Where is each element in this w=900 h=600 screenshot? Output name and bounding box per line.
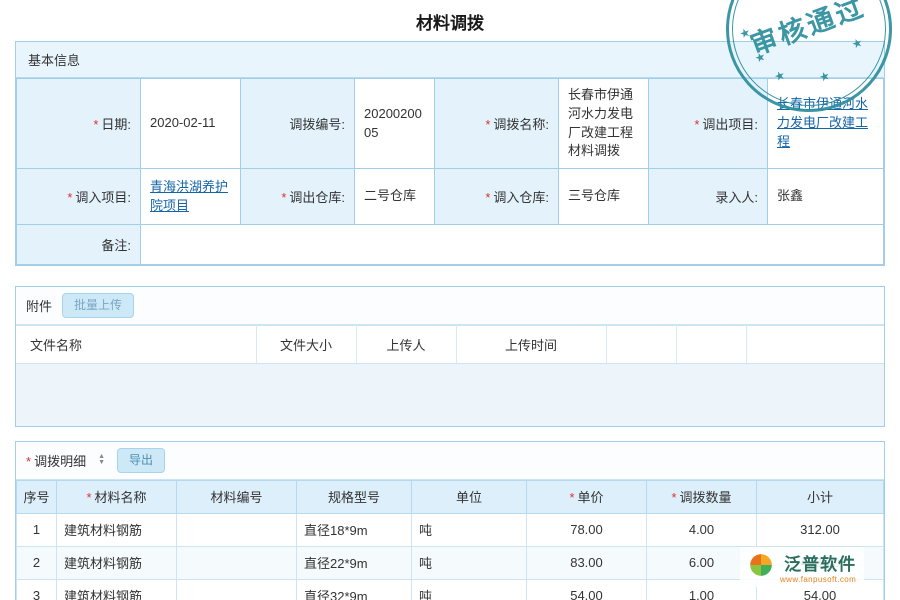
- detail-header-row: 序号 *材料名称 材料编号 规格型号 单位 *单价 *调拨数量 小计: [17, 480, 884, 513]
- attachments-section: 附件 批量上传 文件名称 文件大小 上传人 上传时间: [15, 286, 885, 427]
- sort-icon[interactable]: ▲▼: [98, 454, 105, 467]
- attachments-title: 附件: [26, 296, 52, 315]
- vendor-text-block: 泛普软件 www.fanpusoft.com: [780, 550, 856, 584]
- col-subtotal: 小计: [757, 480, 884, 513]
- attachments-empty-body: [16, 364, 884, 426]
- cell-unit: 吨: [412, 513, 527, 546]
- cell-seq: 2: [17, 546, 57, 579]
- vendor-brand: 泛普软件: [784, 550, 856, 575]
- cell-unit: 吨: [412, 546, 527, 579]
- date-label: *日期:: [17, 79, 141, 169]
- col-unit-price: *单价: [527, 480, 647, 513]
- transfer-no-value: 2020020005: [355, 79, 435, 169]
- in-warehouse-label: *调入仓库:: [435, 169, 559, 225]
- vendor-watermark: 泛普软件 www.fanpusoft.com: [740, 547, 864, 587]
- cell-seq: 1: [17, 513, 57, 546]
- export-button[interactable]: 导出: [117, 448, 165, 473]
- attach-col-filesize: 文件大小: [256, 325, 356, 363]
- required-mark: *: [485, 117, 490, 132]
- col-material-no: 材料编号: [177, 480, 297, 513]
- cell-unit: 吨: [412, 579, 527, 600]
- out-project-label: *调出项目:: [649, 79, 768, 169]
- cell-material-name: 建筑材料钢筋: [57, 513, 177, 546]
- cell-material-name: 建筑材料钢筋: [57, 546, 177, 579]
- col-spec: 规格型号: [297, 480, 412, 513]
- out-warehouse-label: *调出仓库:: [241, 169, 355, 225]
- page-title: 材料调拨: [0, 0, 900, 41]
- cell-subtotal: 312.00: [757, 513, 884, 546]
- transfer-no-label: 调拨编号:: [241, 79, 355, 169]
- required-mark: *: [694, 117, 699, 132]
- cell-seq: 3: [17, 579, 57, 600]
- required-mark: *: [93, 117, 98, 132]
- attach-col-uploadtime: 上传时间: [456, 325, 606, 363]
- attach-col-empty: [676, 325, 746, 363]
- in-project-cell: 青海洪湖养护院项目: [141, 169, 241, 225]
- remark-value: [141, 225, 884, 265]
- cell-unit-price: 54.00: [527, 579, 647, 600]
- out-project-link[interactable]: 长春市伊通河水力发电厂改建工程: [777, 96, 868, 149]
- cell-spec: 直径22*9m: [297, 546, 412, 579]
- required-mark: *: [67, 190, 72, 205]
- date-value: 2020-02-11: [141, 79, 241, 169]
- batch-upload-button[interactable]: 批量上传: [62, 293, 134, 318]
- attachments-table: 文件名称 文件大小 上传人 上传时间: [16, 325, 884, 364]
- cell-material-name: 建筑材料钢筋: [57, 579, 177, 600]
- required-mark: *: [281, 190, 286, 205]
- basic-info-header: 基本信息: [16, 42, 884, 78]
- transfer-details-title: *调拨明细: [26, 451, 86, 470]
- attachments-header: 附件 批量上传: [16, 287, 884, 325]
- in-warehouse-value: 三号仓库: [559, 169, 649, 225]
- cell-material-no: [177, 579, 297, 600]
- col-material-name: *材料名称: [57, 480, 177, 513]
- cell-qty: 4.00: [647, 513, 757, 546]
- attach-col-empty: [746, 325, 884, 363]
- material-transfer-page: 材料调拨 基本信息 *日期: 2020-02-11 调拨编号: 20200200…: [0, 0, 900, 600]
- out-warehouse-value: 二号仓库: [355, 169, 435, 225]
- out-project-cell: 长春市伊通河水力发电厂改建工程: [768, 79, 884, 169]
- attach-col-empty: [606, 325, 676, 363]
- col-unit: 单位: [412, 480, 527, 513]
- cell-spec: 直径32*9m: [297, 579, 412, 600]
- cell-spec: 直径18*9m: [297, 513, 412, 546]
- attach-col-uploader: 上传人: [356, 325, 456, 363]
- in-project-label: *调入项目:: [17, 169, 141, 225]
- recorder-label: 录入人:: [649, 169, 768, 225]
- fanpu-logo-icon: [748, 552, 774, 583]
- required-mark: *: [569, 490, 574, 505]
- transfer-name-label: *调拨名称:: [435, 79, 559, 169]
- remark-label: 备注:: [17, 225, 141, 265]
- in-project-link[interactable]: 青海洪湖养护院项目: [150, 179, 228, 213]
- attach-col-filename: 文件名称: [16, 325, 256, 363]
- vendor-url: www.fanpusoft.com: [780, 575, 856, 584]
- basic-info-title: 基本信息: [28, 53, 80, 68]
- required-mark: *: [86, 490, 91, 505]
- required-mark: *: [26, 454, 31, 469]
- col-qty: *调拨数量: [647, 480, 757, 513]
- cell-unit-price: 78.00: [527, 513, 647, 546]
- cell-material-no: [177, 513, 297, 546]
- col-seq: 序号: [17, 480, 57, 513]
- basic-info-form: *日期: 2020-02-11 调拨编号: 2020020005 *调拨名称: …: [16, 78, 884, 265]
- required-mark: *: [671, 490, 676, 505]
- table-row: 1 建筑材料钢筋 直径18*9m 吨 78.00 4.00 312.00: [17, 513, 884, 546]
- basic-info-section: 基本信息 *日期: 2020-02-11 调拨编号: 2020020005 *调…: [15, 41, 885, 266]
- cell-material-no: [177, 546, 297, 579]
- cell-unit-price: 83.00: [527, 546, 647, 579]
- transfer-name-value: 长春市伊通河水力发电厂改建工程材料调拨: [559, 79, 649, 169]
- recorder-value: 张鑫: [768, 169, 884, 225]
- required-mark: *: [485, 190, 490, 205]
- transfer-details-header: *调拨明细 ▲▼ 导出: [16, 442, 884, 480]
